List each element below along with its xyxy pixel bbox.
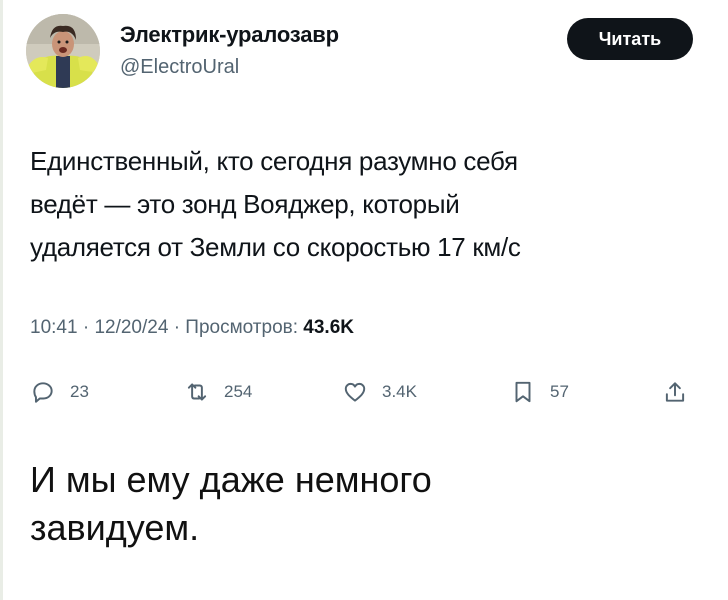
views-count: 43.6K <box>303 317 354 338</box>
reply-icon <box>33 382 53 403</box>
avatar-image <box>26 14 100 88</box>
tweet-text-line: Единственный, кто сегодня разумно себя <box>30 146 518 176</box>
tweet-text-line: ведёт — это зонд Вояджер, который <box>30 189 460 219</box>
author-handle[interactable]: @ElectroUral <box>120 56 239 79</box>
caption-text: И мы ему даже немного завидуем. <box>30 456 690 552</box>
reply-count: 23 <box>70 382 89 401</box>
bookmark-icon <box>515 381 531 403</box>
author-display-name[interactable]: Электрик-уралозавр <box>120 22 339 48</box>
repost-count: 254 <box>224 382 253 401</box>
caption-line: И мы ему даже немного <box>30 459 432 500</box>
meta-separator: · <box>82 317 95 338</box>
tweet-date[interactable]: 12/20/24 <box>94 317 168 338</box>
tweet-text: Единственный, кто сегодня разумно себя в… <box>30 140 680 269</box>
share-icon <box>665 382 685 402</box>
tweet-text-line: удаляется от Земли со скоростью 17 км/с <box>30 232 521 262</box>
views-label: Просмотров: <box>185 317 299 338</box>
bookmark-count: 57 <box>550 382 569 401</box>
reply-button[interactable]: 23 <box>30 378 89 406</box>
meta-separator: · <box>173 317 186 338</box>
avatar[interactable] <box>26 14 100 88</box>
tweet-time[interactable]: 10:41 <box>30 317 78 338</box>
like-count: 3.4K <box>382 382 417 401</box>
share-button[interactable] <box>662 378 688 406</box>
repost-icon <box>187 383 207 401</box>
heart-icon <box>344 382 366 402</box>
like-button[interactable]: 3.4K <box>342 378 417 406</box>
repost-button[interactable]: 254 <box>184 378 252 406</box>
caption-line: завидуем. <box>30 507 200 548</box>
follow-button[interactable]: Читать <box>567 18 693 60</box>
bookmark-button[interactable]: 57 <box>510 378 569 406</box>
tweet-meta: 10:41 · 12/20/24 · Просмотров: 43.6K <box>30 317 354 339</box>
